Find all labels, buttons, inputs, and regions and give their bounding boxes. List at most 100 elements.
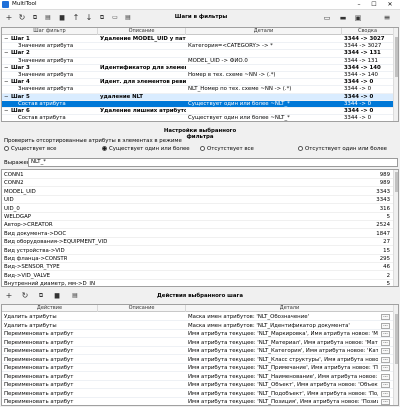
move-down-icon[interactable]: ↓ xyxy=(84,13,94,23)
action-row[interactable]: Переименовать атрибут Имя атрибута текуще… xyxy=(2,347,398,355)
action-row[interactable]: Переименовать атрибут Имя атрибута текуще… xyxy=(2,390,398,398)
attribute-condition-row[interactable]: Состав атрибута Существует один или более… xyxy=(2,100,398,108)
more-button[interactable]: ··· xyxy=(381,314,390,320)
action-row[interactable]: Удалить атрибуты Маска имен атрибутов: 'N… xyxy=(2,322,398,330)
collapse-icon[interactable]: − xyxy=(4,108,10,115)
paste-step-icon[interactable]: ▤ xyxy=(123,13,133,23)
action-row[interactable]: Переименовать атрибут Имя атрибута текуще… xyxy=(2,356,398,364)
refresh-icon[interactable]: ↻ xyxy=(17,13,27,23)
attribute-condition-row[interactable]: Значение атрибута Номер в тех. схеме ~NN … xyxy=(2,72,398,80)
condition-name: Значение атрибута xyxy=(18,86,74,93)
attribute-count-row[interactable]: Автор->CREATOR 2524 xyxy=(2,221,398,230)
collapse-icon[interactable]: − xyxy=(4,94,10,101)
attribute-count-row[interactable]: Вид документа->DOC 1847 xyxy=(2,230,398,238)
attribute-condition-row[interactable]: Состав атрибута Существует один или более… xyxy=(2,115,398,121)
step-description: Идентификатор для элементов с п... xyxy=(100,64,186,71)
step-row[interactable]: − Шаг 5 удаление NLT 3344 -> 0 xyxy=(2,93,398,101)
step-row[interactable]: − Шаг 2 3344 -> 131 xyxy=(2,50,398,58)
more-button[interactable]: ··· xyxy=(381,356,390,363)
delete-action-icon[interactable]: ▆ xyxy=(52,291,62,301)
step-row[interactable]: −Шаг 4 Идент. для элементов ревит с ком..… xyxy=(2,79,398,87)
add-action-icon[interactable]: + xyxy=(4,291,14,301)
collapse-icon[interactable]: − xyxy=(4,36,10,43)
attribute-count-row[interactable]: Вид->SENSOR_TYPE 46 xyxy=(2,263,398,272)
more-button[interactable]: ··· xyxy=(381,322,390,329)
action-row[interactable]: Переименовать атрибут Имя атрибута текуще… xyxy=(2,373,398,381)
step-description: Удаление MODEL_UID у патрубков xyxy=(100,36,186,42)
copy-action-icon[interactable]: ⧉ xyxy=(36,291,46,301)
attribute-condition-row[interactable]: Значение атрибута Категория=<CATEGORY> ->… xyxy=(2,43,398,51)
attribute-count-row[interactable]: UID_0 316 xyxy=(2,205,398,213)
attribute-count-row[interactable]: CONN2 989 xyxy=(2,179,398,188)
attribute-count-row[interactable]: WELDGAP 5 xyxy=(2,213,398,221)
action-row[interactable]: Переименовать атрибут Имя атрибута текуще… xyxy=(2,364,398,372)
mode-exists-one-or-more[interactable]: Существует один или более xyxy=(102,146,190,152)
attribute-condition-row[interactable]: Значение атрибута MODEL_UID -> ФИО.0 3344 … xyxy=(2,58,398,65)
more-button[interactable]: ··· xyxy=(381,348,390,354)
action-row[interactable]: Переименовать атрибут Имя атрибута текуще… xyxy=(2,330,398,338)
action-row[interactable]: Переименовать атрибут Имя атрибута текуще… xyxy=(2,398,398,405)
save-icon[interactable]: ▣ xyxy=(353,13,363,23)
col-step-filter[interactable]: Шаг фильтр xyxy=(2,28,98,35)
more-button[interactable]: ··· xyxy=(381,373,390,380)
new-file-icon[interactable]: ▭ xyxy=(322,13,332,23)
paste-icon[interactable]: ▤ xyxy=(43,13,53,23)
add-icon[interactable]: + xyxy=(4,13,14,23)
attribute-count-row[interactable]: MODEL_UID 3343 xyxy=(2,188,398,196)
move-up-icon[interactable]: ↑ xyxy=(71,13,81,23)
action-row[interactable]: Переименовать атрибут Имя атрибута текуще… xyxy=(2,339,398,347)
action-row[interactable]: Удалить атрибуты Маска имен атрибутов: 'N… xyxy=(2,313,398,321)
more-button[interactable]: ··· xyxy=(381,382,390,388)
refresh-action-icon[interactable]: ↻ xyxy=(20,291,30,301)
collapse-icon[interactable]: − xyxy=(4,65,10,72)
menu-icon[interactable]: ≡ xyxy=(382,13,392,23)
expression-input[interactable]: NLT_* xyxy=(28,158,398,167)
attribute-count-row[interactable]: UID 3343 xyxy=(2,196,398,205)
edit-action-icon[interactable]: ▤ xyxy=(70,291,80,301)
attribute-count-row[interactable]: Вид устройства->VID 15 xyxy=(2,247,398,255)
attribute-count-row[interactable]: CONN1 989 xyxy=(2,171,398,179)
mode-absent-all[interactable]: Отсутствует все xyxy=(200,146,254,152)
copy-icon[interactable]: ⧉ xyxy=(30,13,40,23)
step-summary: 3344 -> 131 xyxy=(344,50,381,57)
more-button[interactable]: ··· xyxy=(381,331,390,337)
col-action-details[interactable]: Детали xyxy=(186,305,394,312)
collapse-icon[interactable]: − xyxy=(4,50,10,57)
attribute-count-row[interactable]: Вид->VID_VALVE 2 xyxy=(2,272,398,280)
attribute-name: Вид->VID_VALVE xyxy=(4,272,51,279)
more-button[interactable]: ··· xyxy=(381,390,390,397)
more-button[interactable]: ··· xyxy=(381,339,390,346)
collapse-icon[interactable]: − xyxy=(4,79,10,86)
step-row[interactable]: − Шаг 6 Удаление лишних атрибутов 3344 -> 0 xyxy=(2,108,398,116)
steps-scrollbar[interactable] xyxy=(393,28,398,121)
main-toolbar: + ↻ ⧉ ▤ ▆ ↑ ↓ ⧉ ▭ ▤ Шаги в фильтры ▭ ▬ ▣… xyxy=(0,11,400,26)
attribute-list-scrollbar[interactable] xyxy=(393,170,398,286)
col-action-description[interactable]: Описание xyxy=(98,305,186,312)
actions-scrollbar[interactable] xyxy=(393,305,398,405)
step-row[interactable]: −Шаг 3 Идентификатор для элементов с п...… xyxy=(2,65,398,72)
col-action[interactable]: Действие xyxy=(2,305,98,312)
step-row[interactable]: −Шаг 1 Удаление MODEL_UID у патрубков 3344… xyxy=(2,36,398,44)
copy-step-icon[interactable]: ⧉ xyxy=(97,13,107,23)
maximize-button[interactable]: ☐ xyxy=(367,0,381,10)
more-button[interactable]: ··· xyxy=(381,365,390,371)
attribute-count-row[interactable]: Вид фланца->CONSTR 295 xyxy=(2,255,398,263)
action-row[interactable]: Переименовать атрибут Имя атрибута текуще… xyxy=(2,381,398,389)
cut-icon[interactable]: ▭ xyxy=(110,13,120,23)
col-details[interactable]: Детали xyxy=(186,28,342,35)
attribute-count: 3343 xyxy=(376,188,390,195)
more-button[interactable]: ··· xyxy=(381,399,390,405)
col-summary[interactable]: Сводка xyxy=(342,28,394,35)
check-mode-label: Проверить отсортированные атрибуты в эле… xyxy=(4,138,182,144)
mode-exists-all[interactable]: Существует все xyxy=(4,146,56,152)
mode-absent-one-or-more[interactable]: Отсутствует один или более xyxy=(298,146,387,152)
col-description[interactable]: Описание xyxy=(98,28,186,35)
open-folder-icon[interactable]: ▬ xyxy=(338,13,348,23)
minimize-button[interactable]: – xyxy=(352,0,366,10)
delete-icon[interactable]: ▆ xyxy=(57,13,67,23)
step-summary: 3344 -> 3027 xyxy=(344,36,385,42)
attribute-condition-row[interactable]: Значение атрибута NLT_Номер по тех. схеме… xyxy=(2,86,398,94)
close-button[interactable]: ✕ xyxy=(383,0,397,10)
attribute-count-row[interactable]: Вид оборудования->EQUIPMENT_VID 27 xyxy=(2,238,398,247)
attribute-count-row[interactable]: Внутренний диаметр, мм->D_IN 5 xyxy=(2,280,398,286)
